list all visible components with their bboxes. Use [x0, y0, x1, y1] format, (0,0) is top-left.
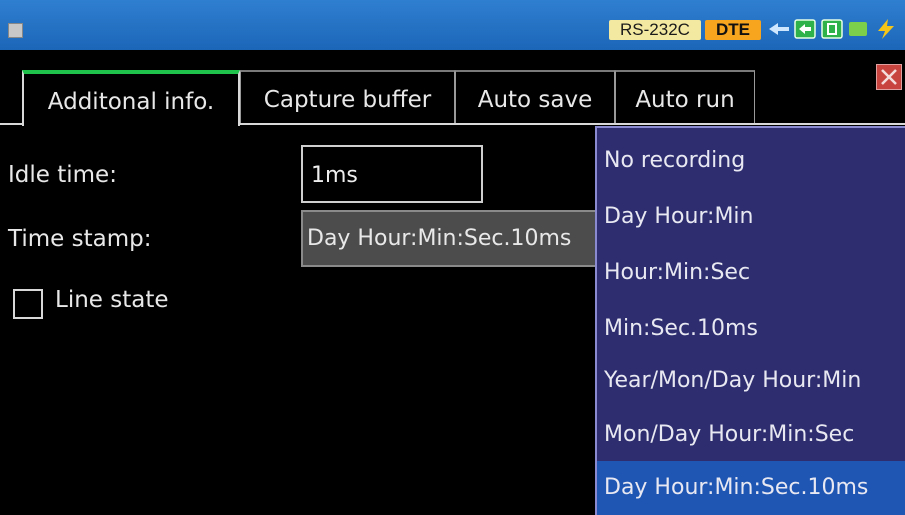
time-stamp-select[interactable]: Day Hour:Min:Sec.10ms [301, 210, 601, 267]
bolt-icon [878, 19, 894, 39]
dropdown-option[interactable]: No recording [597, 134, 905, 188]
charge-icon [849, 22, 867, 36]
dropdown-option[interactable]: Hour:Min:Sec [597, 246, 905, 300]
tab-auto-save[interactable]: Auto save [455, 70, 615, 123]
device-screen: RS-232C DTE Additonal info. Capture buff… [0, 0, 905, 515]
time-stamp-label: Time stamp: [8, 226, 152, 252]
close-icon [881, 69, 897, 85]
dropdown-option[interactable]: Mon/Day Hour:Min:Sec [597, 408, 905, 462]
mode-badge: DTE [705, 20, 761, 40]
line-state-label: Line state [55, 287, 169, 313]
plug-icon [769, 23, 789, 35]
link-icon [794, 19, 816, 39]
tab-capture-buffer[interactable]: Capture buffer [240, 70, 455, 123]
idle-time-label: Idle time: [8, 162, 117, 188]
dropdown-option[interactable]: Year/Mon/Day Hour:Min [597, 354, 905, 408]
title-bar: RS-232C DTE [0, 0, 905, 50]
idle-time-field[interactable]: 1ms [301, 145, 483, 203]
tab-auto-run[interactable]: Auto run [615, 70, 755, 123]
dropdown-option-selected[interactable]: Day Hour:Min:Sec.10ms [597, 461, 905, 515]
time-stamp-dropdown: No recording Day Hour:Min Hour:Min:Sec M… [595, 126, 905, 515]
close-button[interactable] [876, 64, 902, 90]
tab-additional-info[interactable]: Additonal info. [22, 70, 240, 126]
dropdown-option[interactable]: Day Hour:Min [597, 190, 905, 244]
port-badge: RS-232C [609, 20, 701, 40]
card-icon [821, 19, 843, 39]
dropdown-option[interactable]: Min:Sec.10ms [597, 302, 905, 356]
menu-icon[interactable] [8, 23, 23, 38]
line-state-checkbox[interactable] [13, 289, 43, 319]
